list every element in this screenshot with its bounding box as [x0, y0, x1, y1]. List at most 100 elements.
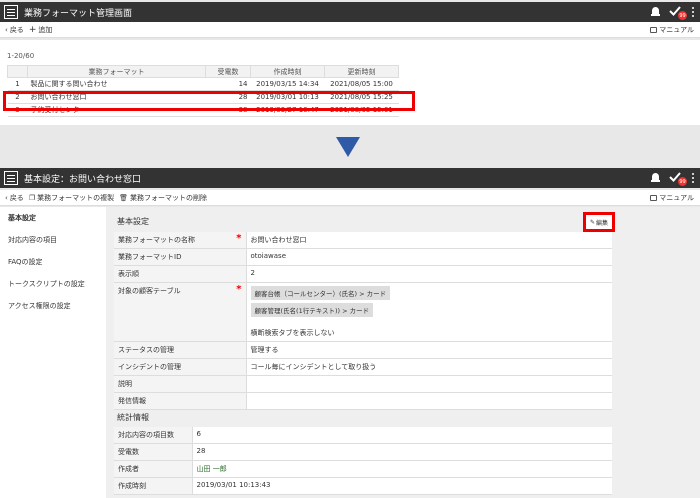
- stats-section-title: 統計情報: [117, 413, 149, 422]
- check-icon[interactable]: 99: [669, 172, 687, 186]
- creator-link[interactable]: 山田 一郎: [192, 460, 612, 478]
- notification-badge: 99: [678, 11, 687, 20]
- trash-icon: 🗑: [119, 193, 128, 202]
- stats-table: 対応内容の項目数 6 受電数 28 作成者 山田 一郎 作成時刻 2019/03…: [114, 427, 612, 495]
- col-header-count[interactable]: 受電数: [205, 65, 251, 78]
- book-icon: [650, 194, 658, 201]
- stat-value: 2019/03/01 10:13:43: [192, 477, 612, 495]
- bell-icon[interactable]: [651, 7, 660, 17]
- field-label-cell: 業務フォーマットの名称 *: [114, 232, 247, 249]
- book-icon: [650, 26, 658, 33]
- stat-label: 対応内容の項目数: [114, 427, 193, 444]
- manual-button[interactable]: マニュアル: [650, 25, 694, 35]
- stat-value: 6: [192, 427, 612, 444]
- titlebar-bottom: 基本設定：お問い合わせ窓口 99: [0, 168, 700, 188]
- basic-settings-table: 業務フォーマットの名称 * お問い合わせ窓口 業務フォーマットID otoiawa…: [114, 232, 612, 410]
- field-value: 2: [246, 265, 612, 283]
- add-label: 追加: [38, 25, 53, 34]
- copy-label: 業務フォーマットの複製: [37, 193, 115, 202]
- field-row: 説明: [114, 375, 612, 393]
- manual-label: マニュアル: [659, 25, 694, 34]
- sidebar-item-faq[interactable]: FAQの設定: [0, 251, 106, 273]
- more-menu-icon[interactable]: [692, 7, 694, 17]
- sidebar-item-basic[interactable]: 基本設定: [0, 207, 106, 229]
- back-button[interactable]: ‹ 戻る: [5, 193, 24, 203]
- field-value: 管理する: [246, 341, 612, 359]
- customer-table-tag: 顧客台帳（コールセンター）(氏名) > カード: [250, 286, 391, 300]
- stat-row: 対応内容の項目数 6: [114, 427, 612, 444]
- notification-badge: 99: [678, 177, 687, 186]
- sidebar-item-items[interactable]: 対応内容の項目: [0, 229, 106, 251]
- toolbar-bottom: ‹ 戻る ❐ 業務フォーマットの複製 🗑 業務フォーマットの削除 マニュアル: [0, 190, 700, 206]
- required-marker: *: [236, 284, 242, 295]
- col-header-created[interactable]: 作成時刻: [250, 65, 325, 78]
- back-button[interactable]: ‹ 戻る: [5, 25, 24, 35]
- bell-icon[interactable]: [651, 173, 660, 183]
- basic-section-title: 基本設定: [117, 217, 149, 226]
- add-button[interactable]: + 追加: [29, 25, 53, 35]
- manual-button[interactable]: マニュアル: [650, 193, 694, 203]
- copy-format-button[interactable]: ❐ 業務フォーマットの複製: [29, 193, 114, 203]
- field-label: インシデントの管理: [114, 358, 247, 376]
- list-panel: 1-20/60 業務フォーマット 受電数 作成時刻 更新時刻 1 製品に関する問…: [0, 40, 700, 125]
- col-header-format[interactable]: 業務フォーマット: [27, 65, 206, 78]
- stat-label: 作成時刻: [114, 477, 193, 495]
- back-label: 戻る: [9, 25, 24, 34]
- chevron-left-icon: ‹: [5, 193, 8, 202]
- check-icon[interactable]: 99: [669, 6, 687, 20]
- sidebar-item-access[interactable]: アクセス権限の設定: [0, 295, 106, 317]
- edit-label: 編集: [596, 219, 609, 227]
- field-label: 業務フォーマットの名称: [118, 236, 195, 244]
- toolbar-top: ‹ 戻る + 追加 マニュアル: [0, 22, 700, 38]
- pencil-icon: ✎: [589, 218, 595, 226]
- stat-row: 作成者 山田 一郎: [114, 460, 612, 478]
- col-header-updated[interactable]: 更新時刻: [324, 65, 399, 78]
- back-label: 戻る: [9, 193, 24, 202]
- field-label: 説明: [114, 375, 247, 393]
- row-name: 製品に関する問い合わせ: [27, 77, 206, 91]
- titlebar-top: 業務フォーマット管理画面 99: [0, 2, 700, 22]
- chevron-left-icon: ‹: [5, 25, 8, 34]
- plus-icon: +: [28, 24, 37, 35]
- field-value: [246, 375, 612, 393]
- field-value: [246, 392, 612, 410]
- field-row: 表示順 2: [114, 265, 612, 283]
- field-value: otoiawase: [246, 248, 612, 266]
- field-row: 発信情報: [114, 392, 612, 410]
- field-label: 発信情報: [114, 392, 247, 410]
- result-count: 1-20/60: [7, 52, 35, 60]
- field-row: 対象の顧客テーブル * 顧客台帳（コールセンター）(氏名) > カード 顧客管理(…: [114, 282, 612, 342]
- field-value: お問い合わせ窓口: [246, 232, 612, 249]
- field-row: ステータスの管理 管理する: [114, 341, 612, 359]
- row-updated: 2021/08/05 15:00: [324, 77, 399, 91]
- row-created: 2019/03/15 14:34: [250, 77, 325, 91]
- copy-icon: ❐: [28, 193, 36, 202]
- sidebar-item-talkscript[interactable]: トークスクリプトの設定: [0, 273, 106, 295]
- field-label: 対象の顧客テーブル: [118, 287, 181, 295]
- hamburger-menu-icon[interactable]: [4, 171, 18, 185]
- field-label: 業務フォーマットID: [114, 248, 247, 266]
- more-menu-icon[interactable]: [692, 173, 694, 183]
- row-count: 14: [205, 77, 251, 91]
- delete-format-button[interactable]: 🗑 業務フォーマットの削除: [119, 193, 207, 203]
- stat-label: 受電数: [114, 443, 193, 461]
- customer-table-tag: 顧客管理(氏名(1行テキスト)) > カード: [250, 303, 374, 317]
- hamburger-menu-icon[interactable]: [4, 5, 18, 19]
- field-row: 業務フォーマットの名称 * お問い合わせ窓口: [114, 232, 612, 249]
- settings-sidebar: 基本設定 対応内容の項目 FAQの設定 トークスクリプトの設定 アクセス権限の設…: [0, 207, 106, 498]
- field-label: 表示順: [114, 265, 247, 283]
- edit-button[interactable]: ✎ 編集: [583, 212, 615, 232]
- page-title: 基本設定：お問い合わせ窓口: [24, 174, 142, 185]
- arrow-down-icon: [336, 137, 360, 157]
- page-title: 業務フォーマット管理画面: [24, 8, 133, 19]
- field-note: 横断検索タブを表示しない: [250, 329, 335, 337]
- field-label-cell: 対象の顧客テーブル *: [114, 282, 247, 342]
- field-value: 顧客台帳（コールセンター）(氏名) > カード 顧客管理(氏名(1行テキスト))…: [246, 282, 612, 342]
- stat-row: 受電数 28: [114, 443, 612, 461]
- table-row[interactable]: 1 製品に関する問い合わせ 14 2019/03/15 14:34 2021/0…: [7, 77, 399, 91]
- field-value: コール毎にインシデントとして取り扱う: [246, 358, 612, 376]
- field-row: インシデントの管理 コール毎にインシデントとして取り扱う: [114, 358, 612, 376]
- manual-label: マニュアル: [659, 193, 694, 202]
- required-marker: *: [236, 233, 242, 244]
- stat-label: 作成者: [114, 460, 193, 478]
